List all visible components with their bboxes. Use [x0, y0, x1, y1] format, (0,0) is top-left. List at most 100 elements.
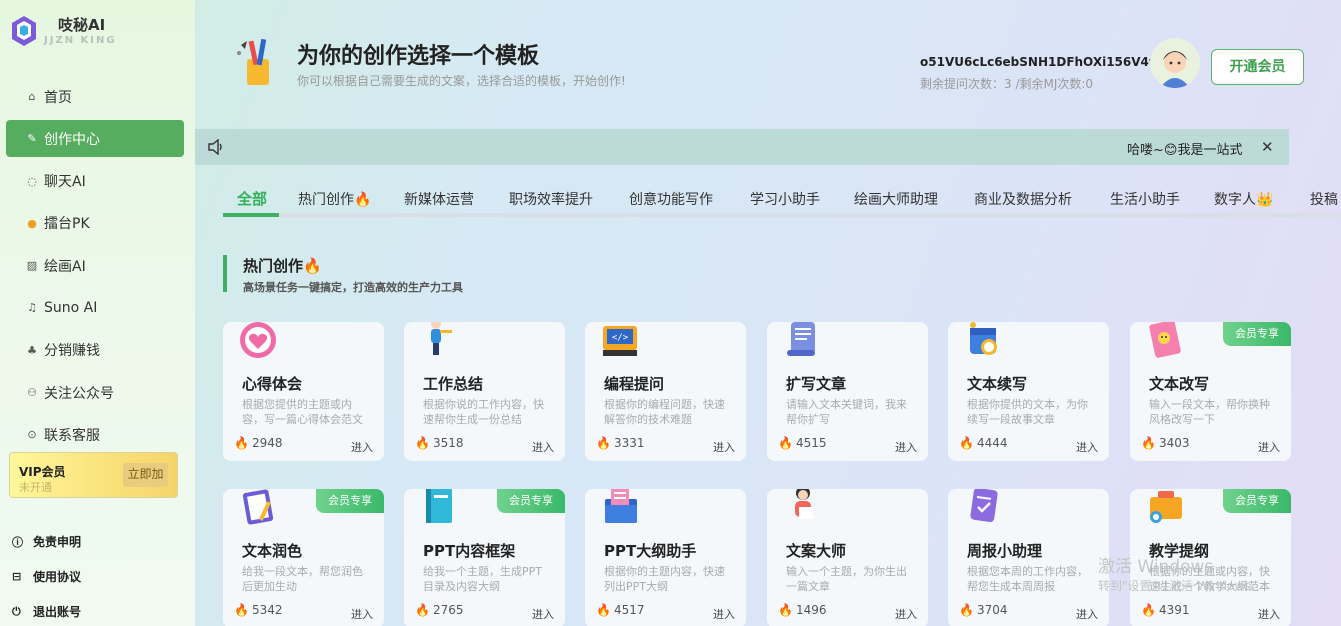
card-description: 根据您提供的主题或内容，写一篇心得体会范文	[242, 397, 370, 427]
enter-button[interactable]: 进入	[1076, 439, 1098, 455]
template-card[interactable]: 心得体会根据您提供的主题或内容，写一篇心得体会范文🔥2948进入	[223, 322, 384, 461]
sidebar-item-home[interactable]: ⌂ 首页	[6, 78, 184, 115]
scroll-icon	[781, 322, 823, 358]
page-subtitle: 你可以根据自己需要生成的文案，选择合适的模板，开始创作!	[297, 72, 626, 89]
template-card[interactable]: 会员专享文本改写输入一段文本，帮你换种风格改写一下🔥3403进入	[1130, 322, 1291, 461]
usage-count: 🔥3518	[415, 436, 464, 450]
toolbox-icon	[1144, 489, 1186, 525]
enter-button[interactable]: 进入	[895, 439, 917, 455]
sidebar: 吱秘AI JJZN KING ⌂ 首页 ✎ 创作中心 ◌ 聊天AI ● 擂台PK…	[0, 0, 195, 626]
template-card[interactable]: PPT大纲助手根据你的主题内容，快速列出PPT大纲🔥4517进入	[585, 489, 746, 626]
sidebar-item-creation-center[interactable]: ✎ 创作中心	[6, 120, 184, 157]
agreement-icon: ⊟	[12, 570, 26, 583]
brand-logo[interactable]: 吱秘AI JJZN KING	[10, 14, 117, 48]
fire-icon: 🔥	[234, 603, 249, 617]
enter-button[interactable]: 进入	[532, 606, 554, 622]
windows-watermark: 激活 Windows	[1098, 552, 1213, 577]
notice-bar: 哈喽~😊我是一站式 ✕	[195, 129, 1289, 165]
member-badge: 会员专享	[316, 489, 384, 513]
template-card[interactable]: 扩写文章请输入文本关键词，我来帮你扩写🔥4515进入	[767, 322, 928, 461]
sidebar-item-follow-account[interactable]: ⚇ 关注公众号	[6, 374, 184, 411]
worker-icon	[418, 322, 460, 358]
usage-count: 🔥4515	[778, 436, 827, 450]
vip-card: VIP会员 未开通 立即加入	[9, 452, 178, 498]
open-vip-button[interactable]: 开通会员	[1211, 49, 1304, 85]
count-value: 3403	[1159, 436, 1190, 450]
template-card[interactable]: 会员专享PPT内容框架给我一个主题，生成PPT目录及内容大纲🔥2765进入	[404, 489, 565, 626]
tab-painting[interactable]: 绘画大师助理	[854, 189, 938, 209]
template-card[interactable]: </>编程提问根据你的编程问题，快速解答你的技术难题🔥3331进入	[585, 322, 746, 461]
join-vip-button[interactable]: 立即加入	[123, 463, 168, 487]
windows-watermark-sub: 转到"设置"以激活 Windows。	[1098, 577, 1262, 594]
tab-business[interactable]: 商业及数据分析	[974, 189, 1072, 209]
section-subtitle: 高场景任务一键搞定，打造高效的生产力工具	[243, 279, 463, 295]
fire-icon: 🔥	[1141, 436, 1156, 450]
card-title: 心得体会	[242, 373, 302, 394]
sidebar-item-suno-ai[interactable]: ♫ Suno AI	[6, 289, 184, 326]
enter-button[interactable]: 进入	[895, 606, 917, 622]
sidebar-item-label: 首页	[44, 87, 72, 107]
card-title: 文本润色	[242, 540, 302, 561]
template-card[interactable]: 周报小助理根据您本周的工作内容，帮您生成本周周报🔥3704进入	[948, 489, 1109, 626]
agreement-link[interactable]: ⊟ 使用协议	[12, 559, 81, 594]
follow-icon: ⚇	[26, 386, 38, 399]
member-badge: 会员专享	[1223, 322, 1291, 346]
enter-button[interactable]: 进入	[713, 606, 735, 622]
sidebar-item-distribution[interactable]: ♣ 分销赚钱	[6, 332, 184, 369]
enter-button[interactable]: 进入	[351, 439, 373, 455]
sidebar-item-arena-pk[interactable]: ● 擂台PK	[6, 205, 184, 242]
home-icon: ⌂	[26, 90, 38, 103]
template-card[interactable]: 文案大师输入一个主题，为你生出一篇文章🔥1496进入	[767, 489, 928, 626]
enter-button[interactable]: 进入	[351, 606, 373, 622]
fire-icon: 🔥	[959, 603, 974, 617]
tab-new-media[interactable]: 新媒体运营	[404, 189, 474, 209]
usage-count: 🔥3704	[959, 603, 1008, 617]
avatar-icon	[1150, 38, 1200, 88]
disclaimer-link[interactable]: ⓘ 免责申明	[12, 524, 81, 559]
usage-count: 🔥3331	[596, 436, 645, 450]
tab-creative-writing[interactable]: 创意功能写作	[629, 189, 713, 209]
template-card[interactable]: 会员专享文本润色给我一段文本，帮您润色后更加生动🔥5342进入	[223, 489, 384, 626]
close-icon[interactable]: ✕	[1261, 138, 1274, 156]
edit-icon: ✎	[26, 132, 38, 145]
logo-icon	[10, 14, 38, 48]
enter-button[interactable]: 进入	[1258, 606, 1280, 622]
tab-submit[interactable]: 投稿	[1310, 189, 1338, 209]
count-value: 3331	[614, 436, 645, 450]
avatar[interactable]	[1150, 38, 1200, 88]
template-card[interactable]: 文本续写根据你提供的文本，为你续写一段故事文章🔥4444进入	[948, 322, 1109, 461]
tab-workplace[interactable]: 职场效率提升	[509, 189, 593, 209]
sidebar-item-drawing-ai[interactable]: ▨ 绘画AI	[6, 247, 184, 284]
card-description: 输入一个主题，为你生出一篇文章	[786, 564, 914, 594]
doc-icon	[962, 489, 1004, 525]
sidebar-footer: ⓘ 免责申明 ⊟ 使用协议 ⏻ 退出账号	[12, 524, 81, 626]
template-card[interactable]: 工作总结根据你说的工作内容，快速帮你生成一份总结🔥3518进入	[404, 322, 565, 461]
logout-link[interactable]: ⏻ 退出账号	[12, 594, 81, 626]
tab-hot[interactable]: 热门创作🔥	[298, 189, 371, 209]
usage-count: 🔥4517	[596, 603, 645, 617]
enter-button[interactable]: 进入	[1258, 439, 1280, 455]
sidebar-nav: ⌂ 首页 ✎ 创作中心 ◌ 聊天AI ● 擂台PK ▨ 绘画AI ♫ Suno …	[6, 78, 184, 459]
sidebar-item-label: 关注公众号	[44, 383, 114, 403]
tab-digital-human[interactable]: 数字人👑	[1214, 189, 1273, 209]
enter-button[interactable]: 进入	[1076, 606, 1098, 622]
usage-count: 🔥4391	[1141, 603, 1190, 617]
footer-label: 退出账号	[33, 603, 81, 620]
sidebar-item-contact-support[interactable]: ⊙ 联系客服	[6, 416, 184, 453]
card-title: 文本续写	[967, 373, 1027, 394]
svg-text:</>: </>	[612, 333, 629, 343]
enter-button[interactable]: 进入	[713, 439, 735, 455]
card-title: 周报小助理	[967, 540, 1042, 561]
clipboard-icon	[237, 489, 279, 525]
enter-button[interactable]: 进入	[532, 439, 554, 455]
sidebar-item-chat-ai[interactable]: ◌ 聊天AI	[6, 163, 184, 200]
card-description: 根据你说的工作内容，快速帮你生成一份总结	[423, 397, 551, 427]
vip-status: 未开通	[19, 479, 52, 495]
money-icon: ♣	[26, 344, 38, 357]
sidebar-item-label: 创作中心	[44, 129, 100, 149]
notice-text: 哈喽~😊我是一站式	[1127, 139, 1255, 158]
tab-all[interactable]: 全部	[237, 188, 267, 209]
tab-study[interactable]: 学习小助手	[750, 189, 820, 209]
tab-life[interactable]: 生活小助手	[1110, 189, 1180, 209]
footer-label: 使用协议	[33, 568, 81, 585]
